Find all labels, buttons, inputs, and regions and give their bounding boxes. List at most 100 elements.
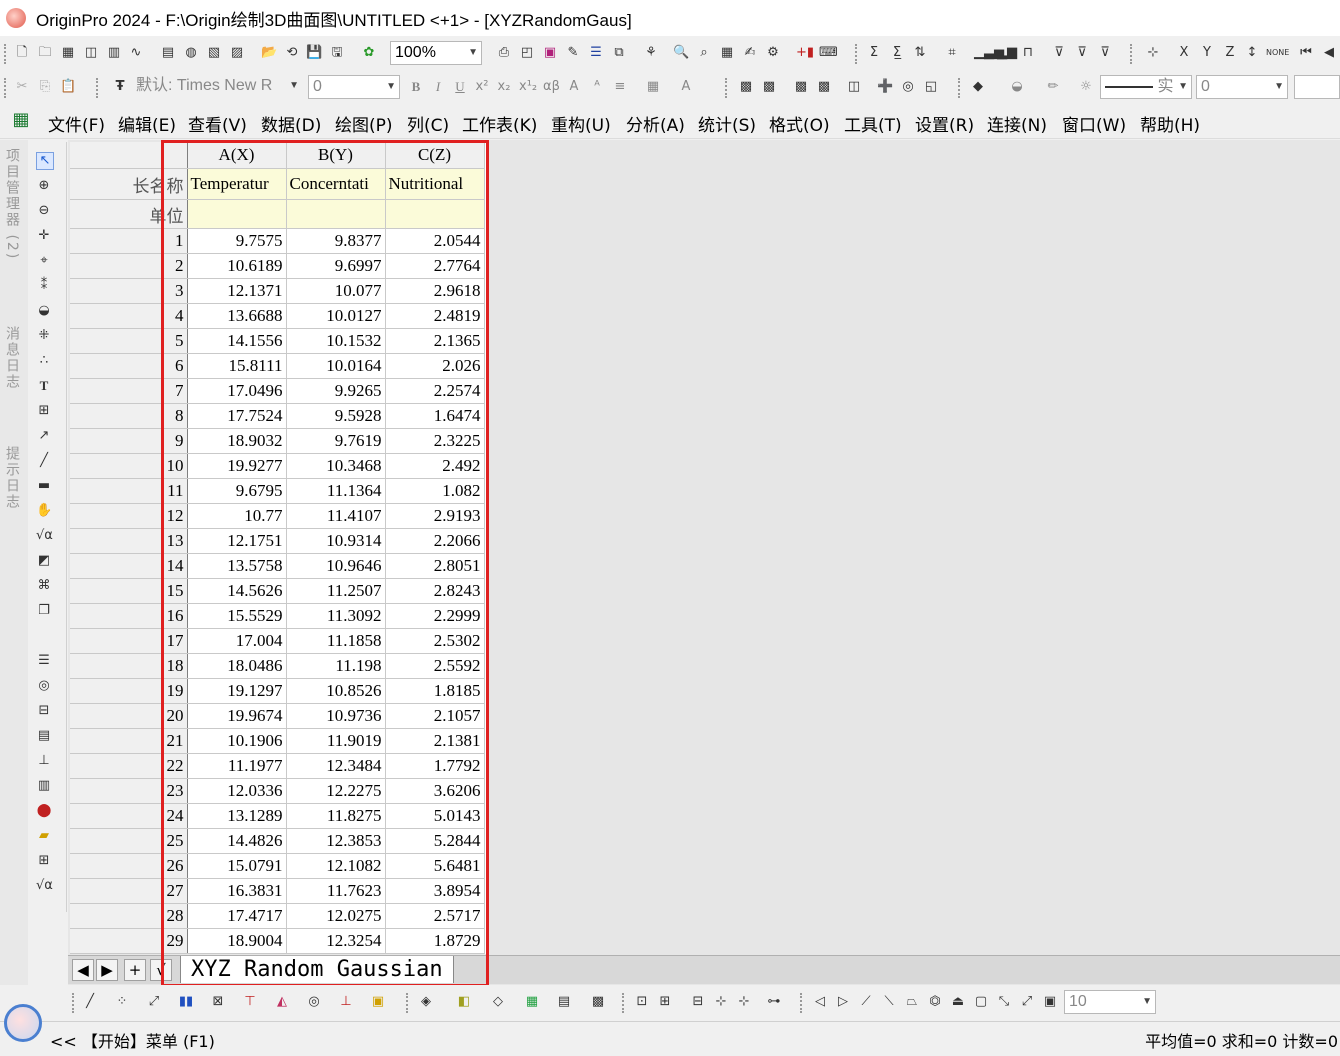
menu-format[interactable]: 格式(O) [769,111,830,136]
insert-icon[interactable]: ⊞ [36,403,52,419]
supsub-icon[interactable]: x¹₂ [519,79,537,95]
copy-icon[interactable]: ⎘ [37,79,53,95]
cell-c[interactable]: 2.8243 [385,578,485,604]
circle-tool-icon[interactable]: ◎ [36,678,52,694]
polar-plot-icon[interactable]: ◎ [306,994,322,1010]
extra-combo[interactable] [1294,75,1340,99]
color-icon[interactable]: ▣ [542,45,558,61]
menu-statistics[interactable]: 统计(S) [698,111,756,136]
list-tool-icon[interactable]: ▤ [36,728,52,744]
menu-tools[interactable]: 工具(T) [844,111,902,136]
cell-b[interactable]: 9.9265 [286,378,386,404]
pattern-icon[interactable]: ◒ [1009,79,1025,95]
layer-link-icon[interactable]: ⊟ [690,994,706,1010]
decrease-font-icon[interactable]: ᴬ [589,79,605,95]
layer-add-icon[interactable]: ⊞ [657,994,673,1010]
cell-c[interactable]: 3.6206 [385,778,485,804]
arrange-icon[interactable]: ▩ [793,79,809,95]
row-number[interactable]: 6 [70,353,188,379]
sheet-tab-active[interactable]: XYZ Random Gaussian [180,956,454,983]
font-size-combo[interactable]: 0 ▼ [308,75,400,99]
column-plot-icon[interactable]: ▮▮ [178,994,194,1010]
cell-c[interactable]: 2.5717 [385,903,485,929]
new-workbook-icon[interactable]: ▦ [60,45,76,61]
cell-a[interactable]: 19.9674 [187,703,287,729]
cell-a[interactable]: 17.0496 [187,378,287,404]
cell-b[interactable]: 10.9314 [286,528,386,554]
column-header-c[interactable]: C(Z) [385,142,485,169]
sum-icon[interactable]: Σ [866,45,882,61]
cell-a[interactable]: 13.6688 [187,303,287,329]
column-header-b[interactable]: B(Y) [286,142,386,169]
set-none-icon[interactable]: NONE [1266,45,1289,61]
menu-edit[interactable]: 编辑(E) [118,111,176,136]
cell-b[interactable]: 12.3484 [286,753,386,779]
pointer-icon[interactable]: ↖ [36,152,54,170]
origin-app-icon[interactable] [6,8,26,28]
zoom-window-icon[interactable]: ⌕ [696,45,712,61]
stock-plot-icon[interactable]: ⊥ [338,994,354,1010]
row-number[interactable]: 25 [70,828,188,854]
first-column-icon[interactable]: ⏮ [1298,45,1314,61]
peak-icon[interactable]: ⊹ [1145,45,1161,61]
info-tool-icon[interactable]: ⬤ [36,803,52,819]
cell-c[interactable]: 2.1381 [385,728,485,754]
row-number[interactable]: 9 [70,428,188,454]
cell-a[interactable]: 15.0791 [187,853,287,879]
cell-c[interactable]: 2.1057 [385,703,485,729]
cell-a[interactable]: 9.7575 [187,228,287,254]
cell-c[interactable]: 1.8185 [385,678,485,704]
next-sheet-button[interactable]: ▶ [96,959,118,981]
zoom-in-icon[interactable]: ⊕ [36,178,52,194]
cell-a[interactable]: 13.5758 [187,553,287,579]
font-color-icon[interactable]: A [678,79,694,95]
cell-a[interactable]: 12.1371 [187,278,287,304]
border-icon[interactable]: ▦ [645,79,661,95]
line-plot-icon[interactable]: ╱ [82,994,98,1010]
cell-a[interactable]: 18.9032 [187,428,287,454]
tab-smart-hint-log[interactable]: 提示日志 [4,446,22,510]
cell-a[interactable]: 14.1556 [187,328,287,354]
row-number[interactable]: 8 [70,403,188,429]
new-project-icon[interactable]: 🗋 [14,45,30,61]
merge-graph-icon[interactable]: ▩ [816,79,832,95]
cell-b[interactable]: 10.9646 [286,553,386,579]
cell-c[interactable]: 5.2844 [385,828,485,854]
3d-plot-icon[interactable]: ◈ [418,994,434,1010]
zoom-3d-icon[interactable]: ⤢ [1019,994,1035,1010]
cell-a[interactable]: 19.9277 [187,453,287,479]
cell-b[interactable]: 11.4107 [286,503,386,529]
resize-icon[interactable]: ⤡ [996,994,1012,1010]
row-number[interactable]: 23 [70,778,188,804]
cell-a[interactable]: 10.1906 [187,728,287,754]
menu-file[interactable]: 文件(F) [48,111,105,136]
formula-tool-icon[interactable]: √α [36,878,53,894]
cell-b[interactable]: 9.6997 [286,253,386,279]
cell-a[interactable]: 17.7524 [187,403,287,429]
greek-icon[interactable]: αβ [543,79,560,95]
bold-icon[interactable]: B [408,79,424,95]
cell-c[interactable]: 2.026 [385,353,485,379]
rotate-right-icon[interactable]: ▷ [835,994,851,1010]
line-width-combo[interactable]: 0 ▼ [1196,75,1288,99]
add-sheet-button[interactable]: + [124,959,146,981]
cell-c[interactable]: 1.7792 [385,753,485,779]
cell-b[interactable]: 10.9736 [286,703,386,729]
cell-c[interactable]: 1.8729 [385,928,485,954]
multi-panel-icon[interactable]: ⊠ [210,994,226,1010]
cell-c[interactable]: 2.2066 [385,528,485,554]
rotation-step-combo[interactable]: 10 ▼ [1064,990,1156,1014]
new-excel-icon[interactable]: ▧ [206,45,222,61]
cell-c[interactable]: 2.2999 [385,603,485,629]
start-menu-label[interactable]: << 【开始】菜单 (F1) [50,1028,215,1052]
row-number[interactable]: 10 [70,453,188,479]
layer-split-icon[interactable]: ⊹ [736,994,752,1010]
menu-worksheet[interactable]: 工作表(K) [462,111,537,136]
new-folder-icon[interactable]: 🗀 [37,45,53,61]
set-error-icon[interactable]: ↕ [1244,45,1260,61]
line-color-icon[interactable]: ✏ [1045,79,1061,95]
insert-object-icon[interactable]: ❐ [36,603,52,619]
row-number[interactable]: 14 [70,553,188,579]
box-3d-icon[interactable]: ▣ [1042,994,1058,1010]
row-number[interactable]: 11 [70,478,188,504]
